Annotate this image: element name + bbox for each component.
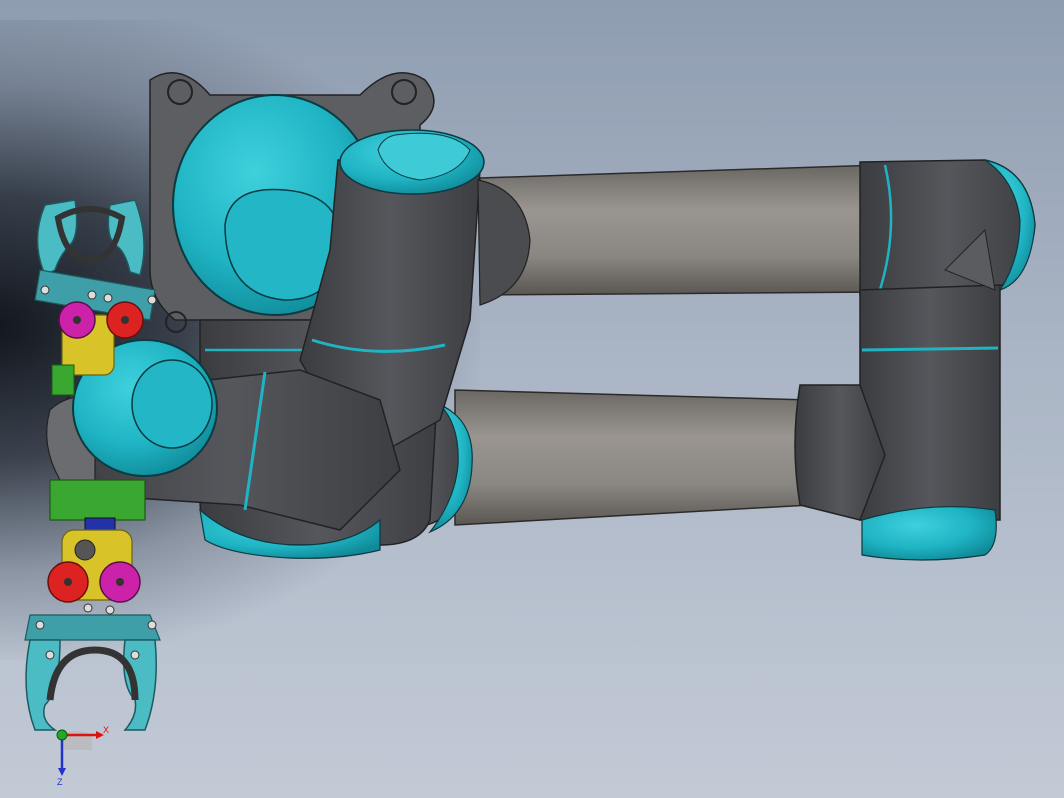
cad-viewport[interactable]: X Z — [0, 0, 1064, 798]
triad-x-label: X — [103, 725, 109, 735]
upper-arm-link[interactable] — [479, 164, 881, 296]
robot-arm-model[interactable]: X Z — [0, 0, 1064, 798]
coordinate-triad-icon: X Z — [56, 725, 109, 787]
gripper-lower[interactable] — [24, 479, 161, 731]
forearm-link[interactable] — [454, 389, 811, 526]
triad-z-label: Z — [57, 777, 63, 787]
elbow-joint[interactable] — [859, 159, 1036, 297]
